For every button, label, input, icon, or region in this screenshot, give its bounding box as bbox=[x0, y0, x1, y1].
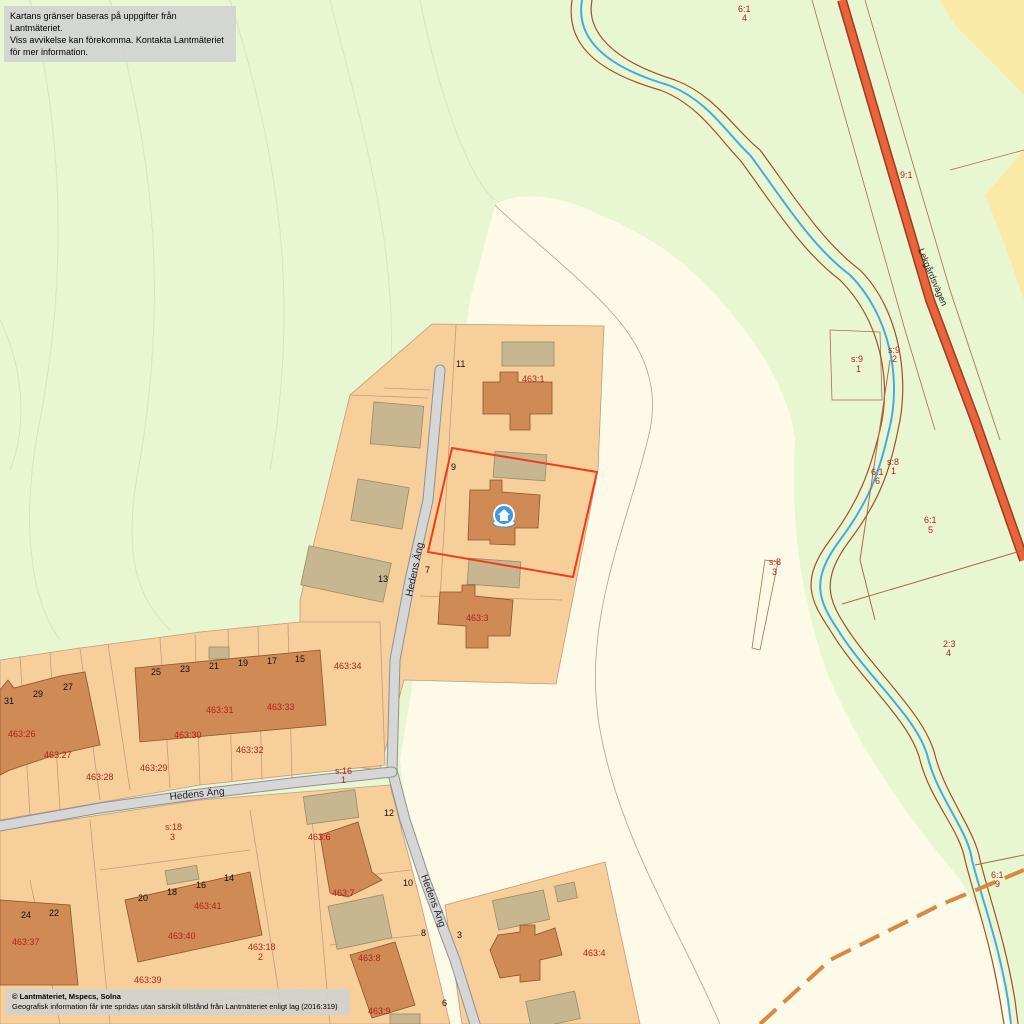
parcel-label: 463:1 bbox=[522, 374, 545, 384]
parcel-label: 4 bbox=[946, 648, 951, 658]
house-number: 10 bbox=[403, 878, 413, 888]
parcel-label: 463:40 bbox=[168, 931, 196, 941]
parcel-label: 463:41 bbox=[194, 901, 222, 911]
parcel-label: 463:31 bbox=[206, 705, 234, 715]
house-number: 9 bbox=[451, 462, 456, 472]
copyright-line-2: Geografisk information får inte spridas … bbox=[12, 1002, 338, 1011]
parcel-label: 463:9 bbox=[368, 1006, 391, 1016]
house-number: 31 bbox=[4, 696, 14, 706]
parcel-label: 463:37 bbox=[12, 937, 40, 947]
parcel-label: 463:33 bbox=[267, 702, 295, 712]
house-number: 22 bbox=[49, 908, 59, 918]
house-number: 11 bbox=[456, 359, 465, 369]
parcel-label: 9 bbox=[995, 879, 1000, 889]
parcel-label: 463:27 bbox=[44, 750, 72, 760]
house-number: 15 bbox=[295, 654, 305, 664]
house-number: 24 bbox=[21, 910, 31, 920]
parcel-label: 463:18 bbox=[248, 942, 276, 952]
parcel-label: 463:7 bbox=[332, 888, 355, 898]
parcel-label: 463:26 bbox=[8, 729, 36, 739]
house-number: 13 bbox=[378, 574, 388, 584]
parcel-label: 6:1 bbox=[924, 515, 937, 525]
home-marker-icon[interactable] bbox=[492, 504, 516, 528]
house-number: 20 bbox=[138, 893, 148, 903]
map-disclaimer: Kartans gränser baseras på uppgifter frå… bbox=[4, 6, 236, 62]
parcel-label: 463:3 bbox=[466, 613, 489, 623]
parcel-label: 1 bbox=[891, 466, 896, 476]
parcel-label: 463:30 bbox=[174, 730, 202, 740]
house-number: 6 bbox=[442, 998, 447, 1008]
house-number: 3 bbox=[457, 930, 462, 940]
parcel-label: 463:4 bbox=[583, 948, 606, 958]
house-number: 27 bbox=[63, 682, 73, 692]
parcel-label: 1 bbox=[341, 775, 346, 785]
house-number: 16 bbox=[196, 880, 206, 890]
parcel-label: s:8 bbox=[769, 557, 781, 567]
disclaimer-line-1: Kartans gränser baseras på uppgifter frå… bbox=[10, 11, 177, 33]
parcel-label: 2 bbox=[258, 952, 263, 962]
copyright-notice: © Lantmäteriet, Mspecs, Solna Geografisk… bbox=[6, 989, 350, 1015]
house-number: 8 bbox=[421, 928, 426, 938]
parcel-label: 1 bbox=[856, 364, 861, 374]
parcel-label: 2 bbox=[892, 354, 897, 364]
parcel-label: s:9 bbox=[851, 354, 863, 364]
house-number: 29 bbox=[33, 689, 43, 699]
parcel-label: 463:29 bbox=[140, 763, 168, 773]
house-number: 14 bbox=[224, 873, 234, 883]
parcel-label: 4 bbox=[742, 13, 747, 23]
parcel-label: 463:28 bbox=[86, 772, 114, 782]
house-number: 17 bbox=[267, 656, 277, 666]
copyright-line-1: © Lantmäteriet, Mspecs, Solna bbox=[12, 992, 121, 1001]
parcel-label: 463:34 bbox=[334, 661, 362, 671]
house-number: 7 bbox=[425, 565, 430, 575]
disclaimer-line-2: Viss avvikelse kan förekomma. Kontakta L… bbox=[10, 35, 224, 57]
property-map[interactable]: Hedens Äng Hedens Äng Hedens Äng Lekgård… bbox=[0, 0, 1024, 1024]
house-number: 12 bbox=[384, 808, 394, 818]
parcel-label: 5 bbox=[928, 525, 933, 535]
parcel-label: 6 bbox=[875, 476, 880, 486]
parcel-label: 3 bbox=[772, 567, 777, 577]
house-number: 23 bbox=[180, 664, 190, 674]
parcel-label: 463:32 bbox=[236, 745, 264, 755]
parcel-label: 463:6 bbox=[308, 832, 331, 842]
house-number: 18 bbox=[167, 887, 177, 897]
house-number: 21 bbox=[209, 661, 219, 671]
parcel-label: 463:8 bbox=[358, 953, 381, 963]
parcel-label: 3 bbox=[170, 832, 175, 842]
parcel-label: 463:39 bbox=[134, 975, 162, 985]
parcel-label: 9:1 bbox=[900, 170, 913, 180]
house-number: 19 bbox=[238, 658, 248, 668]
house-number: 25 bbox=[151, 667, 161, 677]
parcel-label: s:18 bbox=[165, 822, 182, 832]
